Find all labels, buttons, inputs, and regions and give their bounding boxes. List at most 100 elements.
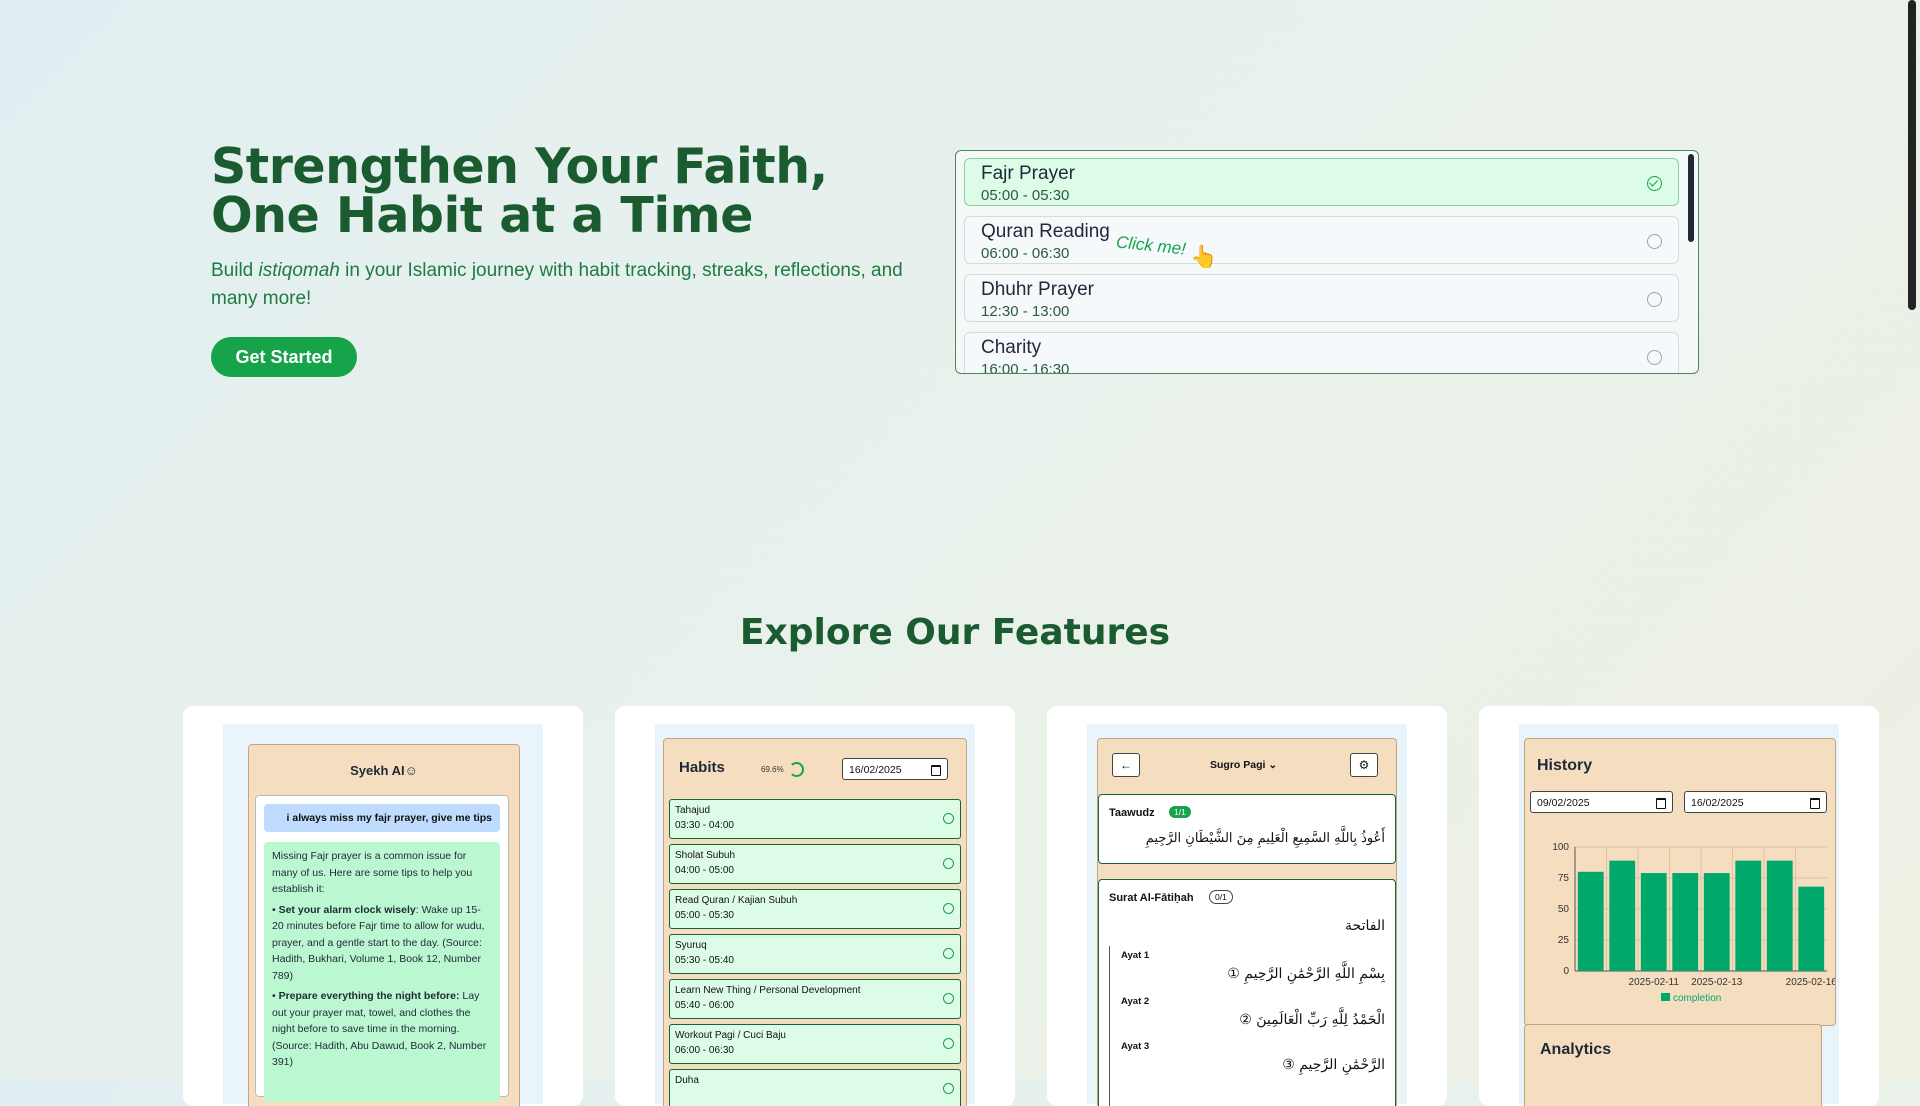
habit-name: Duha — [675, 1075, 699, 1086]
card-preview: ← Sugro Pagi ⌄ ⚙ Taawudz 1/1 أَعُوذُ بِا… — [1087, 724, 1407, 1106]
settings-gear-icon[interactable]: ⚙ — [1350, 753, 1378, 777]
tip-title: Set your alarm clock wisely — [278, 903, 416, 916]
bar-2025-02-14 — [1735, 860, 1762, 971]
calendar-icon[interactable] — [931, 765, 941, 776]
check-circle-icon[interactable] — [943, 903, 954, 914]
pointing-hand-icon: 👆 — [1190, 244, 1218, 269]
selector-value: Sugro Pagi — [1210, 759, 1266, 771]
arabic-text: أَعُوذُ بِاللَّهِ السَّمِيعِ الْعَلِيمِ … — [1145, 831, 1385, 846]
reply-intro: Missing Fajr prayer is a common issue fo… — [272, 850, 473, 895]
chat-body: i always miss my fajr prayer, give me ti… — [255, 795, 509, 1102]
tip-title: Prepare everything the night before: — [278, 990, 460, 1002]
habit-time: 12:30 - 13:00 — [981, 303, 1070, 320]
chevron-down-icon: ⌄ — [1268, 759, 1278, 771]
habit-row[interactable]: Duha — [669, 1069, 961, 1106]
hero-subtitle: Build istiqomah in your Islamic journey … — [211, 257, 931, 313]
habit-time: 16:00 - 16:30 — [981, 361, 1070, 374]
check-circle-icon[interactable] — [943, 1038, 954, 1049]
habit-name: Read Quran / Kajian Subuh — [675, 895, 798, 906]
user-message: i always miss my fajr prayer, give me ti… — [264, 804, 500, 832]
habits-title: Habits — [679, 759, 725, 776]
feature-card-history: History 09/02/2025 16/02/2025 0 25 50 75 100… — [1479, 706, 1879, 1106]
legend-swatch — [1661, 993, 1670, 1001]
habit-item-dhuhr[interactable]: Dhuhr Prayer 12:30 - 13:00 — [964, 274, 1679, 322]
ayat-arabic: الْحَمْدُ لِلَّهِ رَبِّ الْعَالَمِينَ ② — [1239, 1012, 1385, 1028]
date-value: 16/02/2025 — [849, 764, 902, 776]
bar-2025-02-15 — [1766, 860, 1793, 971]
y-tick-label: 25 — [1558, 935, 1570, 946]
card-preview: History 09/02/2025 16/02/2025 0 25 50 75 100… — [1519, 724, 1839, 1106]
x-tick-label: 2025-02-16 — [1786, 977, 1835, 988]
count-badge: 1/1 — [1169, 806, 1191, 818]
habit-row[interactable]: Read Quran / Kajian Subuh 05:00 - 05:30 — [669, 889, 961, 929]
habit-time: 05:00 - 05:30 — [675, 910, 734, 921]
subtitle-emphasis: istiqomah — [258, 260, 340, 281]
habit-name: Tahajud — [675, 805, 711, 816]
check-circle-icon[interactable] — [943, 813, 954, 824]
taawudz-card[interactable]: Taawudz 1/1 أَعُوذُ بِاللَّهِ السَّمِيعِ… — [1098, 794, 1396, 864]
habit-item-fajr[interactable]: Fajr Prayer 05:00 - 05:30 — [964, 158, 1679, 206]
habits-panel: Habits 69.6% 16/02/2025 Tahajud 03:30 - 0… — [663, 738, 967, 1106]
dzikir-selector[interactable]: Sugro Pagi ⌄ — [1210, 759, 1277, 771]
habit-name: Charity — [981, 337, 1042, 358]
history-bar-chart: 0 25 50 75 100 2025-02-11 2025-02-13 2025-02-16… — [1552, 842, 1835, 1004]
habit-time: 04:00 - 05:00 — [675, 865, 734, 876]
check-circle-icon[interactable] — [943, 948, 954, 959]
reply-tip: • Set your alarm clock wisely: Wake up 1… — [272, 903, 485, 982]
habit-row[interactable]: Learn New Thing / Personal Development 05… — [669, 979, 961, 1019]
check-circle-icon[interactable] — [1647, 176, 1662, 191]
card-preview: Syekh AI☺ i always miss my fajr prayer, … — [223, 724, 543, 1106]
ayat-label: Ayat 3 — [1121, 1041, 1150, 1052]
robot-icon: ☺ — [404, 763, 418, 778]
list-scrollbar[interactable] — [1688, 154, 1694, 242]
habit-name: Dhuhr Prayer — [981, 279, 1094, 300]
circle-icon[interactable] — [1647, 292, 1662, 307]
subtitle-text: Build — [211, 260, 259, 281]
habit-time: 03:30 - 04:00 — [675, 820, 734, 831]
y-tick-label: 0 — [1563, 966, 1569, 977]
ai-chat-panel: Syekh AI☺ i always miss my fajr prayer, … — [248, 744, 520, 1106]
circle-icon[interactable] — [1647, 350, 1662, 365]
ai-title-text: Syekh AI — [350, 763, 405, 778]
card-preview: Habits 69.6% 16/02/2025 Tahajud 03:30 - 0… — [655, 724, 975, 1106]
ayat-arabic: بِسْمِ اللَّهِ الرَّحْمَٰنِ الرَّحِيمِ ① — [1227, 966, 1385, 982]
date-input[interactable]: 16/02/2025 — [842, 758, 948, 780]
habit-time: 05:00 - 05:30 — [981, 187, 1070, 204]
check-circle-icon[interactable] — [943, 993, 954, 1004]
surah-card[interactable]: Surat Al-Fātiḥah 0/1 الفاتحة Ayat 1 بِسْ… — [1098, 879, 1396, 1106]
surah-arabic-title: الفاتحة — [1345, 918, 1385, 934]
features-title: Explore Our Features — [739, 612, 1171, 653]
feature-card-habits: Habits 69.6% 16/02/2025 Tahajud 03:30 - 0… — [615, 706, 1015, 1106]
habit-name: Fajr Prayer — [981, 163, 1075, 184]
ayat-label: Ayat 2 — [1121, 996, 1150, 1007]
surah-label: Surat Al-Fātiḥah — [1109, 892, 1194, 904]
habit-name: Sholat Subuh — [675, 850, 736, 861]
feature-card-quran: ← Sugro Pagi ⌄ ⚙ Taawudz 1/1 أَعُوذُ بِا… — [1047, 706, 1447, 1106]
habit-time: 05:40 - 06:00 — [675, 1000, 734, 1011]
x-tick-label: 2025-02-11 — [1629, 977, 1680, 988]
get-started-button[interactable]: Get Started — [211, 337, 357, 377]
hero-habit-list[interactable]: Fajr Prayer 05:00 - 05:30 Quran Reading … — [955, 150, 1699, 374]
history-panel: History 09/02/2025 16/02/2025 0 25 50 75 100… — [1524, 738, 1836, 1026]
progress-percent: 69.6% — [761, 765, 784, 774]
habit-row[interactable]: Tahajud 03:30 - 04:00 — [669, 799, 961, 839]
page-scrollbar[interactable] — [1908, 0, 1916, 310]
habit-item-charity[interactable]: Charity 16:00 - 16:30 — [964, 332, 1679, 374]
habit-name: Quran Reading — [981, 221, 1110, 242]
back-arrow-icon[interactable]: ← — [1112, 753, 1140, 777]
ai-reply: Missing Fajr prayer is a common issue fo… — [264, 842, 500, 1102]
reply-tip: • Prepare everything the night before: L… — [272, 990, 487, 1068]
bar-2025-02-11 — [1640, 873, 1667, 971]
habit-item-quran[interactable]: Quran Reading 06:00 - 06:30 — [964, 216, 1679, 264]
habit-row[interactable]: Syuruq 05:30 - 05:40 — [669, 934, 961, 974]
check-circle-icon[interactable] — [943, 858, 954, 869]
habit-row[interactable]: Sholat Subuh 04:00 - 05:00 — [669, 844, 961, 884]
taawudz-label: Taawudz — [1109, 807, 1155, 819]
circle-icon[interactable] — [1647, 234, 1662, 249]
hero-title: Strengthen Your Faith, One Habit at a Ti… — [211, 138, 828, 244]
quran-panel: ← Sugro Pagi ⌄ ⚙ Taawudz 1/1 أَعُوذُ بِا… — [1097, 738, 1397, 1106]
ayat-label: Ayat 1 — [1121, 950, 1150, 961]
y-tick-label: 100 — [1552, 842, 1569, 853]
check-circle-icon[interactable] — [943, 1083, 954, 1094]
habit-row[interactable]: Workout Pagi / Cuci Baju 06:00 - 06:30 — [669, 1024, 961, 1064]
